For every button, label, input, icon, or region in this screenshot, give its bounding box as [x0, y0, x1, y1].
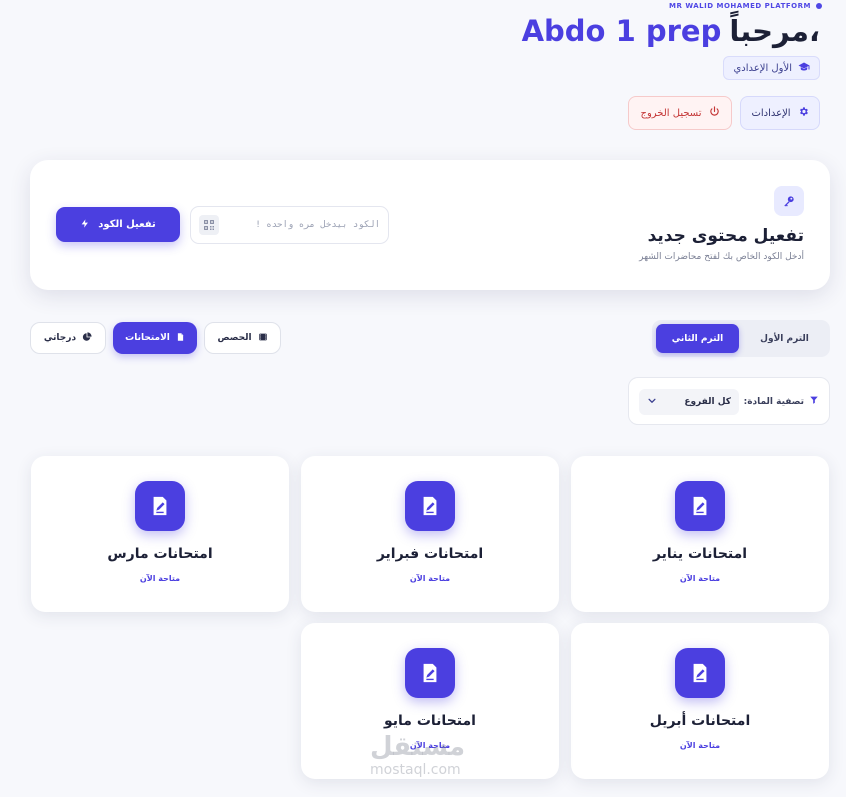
grade-label: الأول الإعدادي	[733, 62, 792, 74]
funnel-icon	[809, 395, 819, 408]
user-name: Abdo 1 prep	[521, 14, 722, 48]
activation-title: تفعيل محتوى جديد	[647, 226, 804, 246]
exam-card[interactable]: امتحانات فبراير متاحة الآن	[301, 456, 559, 612]
platform-name: MR WALID MOHAMED PLATFORM	[669, 2, 822, 10]
exam-status: متاحة الآن	[139, 574, 181, 583]
chevron-down-icon	[647, 396, 657, 409]
exam-title: امتحانات مايو	[384, 713, 476, 729]
exam-status: متاحة الآن	[679, 741, 721, 750]
exam-title: امتحانات يناير	[652, 546, 748, 562]
settings-button[interactable]: الإعدادات	[740, 96, 820, 130]
exam-edit-icon	[405, 481, 455, 531]
exam-status: متاحة الآن	[409, 574, 451, 583]
platform-name-text: MR WALID MOHAMED PLATFORM	[669, 2, 811, 10]
greeting: مرحباً،	[729, 14, 820, 48]
power-icon	[709, 106, 720, 120]
code-field[interactable]	[190, 206, 389, 244]
tab-grades[interactable]: درجاتي	[30, 322, 106, 354]
term-toggle: الترم الأول الترم الثاني	[652, 320, 830, 357]
activate-code-button[interactable]: تفعيل الكود	[56, 207, 180, 242]
tab-exams-label: الامتحانات	[125, 333, 170, 343]
activation-subtitle: أدخل الكود الخاص بك لفتح محاضرات الشهر	[639, 252, 804, 262]
watermark-url: mostaql.com	[370, 762, 461, 778]
watermark: مستقل	[370, 732, 466, 762]
pie-chart-icon	[82, 331, 92, 345]
key-icon	[774, 186, 804, 216]
exam-status: متاحة الآن	[679, 574, 721, 583]
exam-edit-icon	[675, 481, 725, 531]
exam-edit-icon	[135, 481, 185, 531]
document-icon	[176, 332, 185, 345]
filter-label-text: تصفية المادة:	[743, 396, 804, 407]
code-input[interactable]	[227, 220, 380, 230]
tab-grades-label: درجاتي	[43, 333, 77, 343]
tab-lessons[interactable]: الحصص	[204, 322, 281, 354]
term-first[interactable]: الترم الأول	[743, 324, 826, 353]
term-second[interactable]: الترم الثاني	[656, 324, 739, 353]
activation-card: تفعيل محتوى جديد أدخل الكود الخاص بك لفت…	[30, 160, 830, 290]
tab-exams[interactable]: الامتحانات	[113, 322, 197, 354]
exam-card[interactable]: امتحانات أبريل متاحة الآن	[571, 623, 829, 779]
branch-select-value: كل الفروع	[684, 397, 731, 407]
film-icon	[258, 332, 268, 345]
bolt-icon	[80, 218, 90, 232]
qr-code-icon[interactable]	[199, 215, 219, 235]
settings-label: الإعدادات	[751, 107, 791, 119]
grade-badge: الأول الإعدادي	[723, 56, 820, 80]
branch-select[interactable]: كل الفروع	[639, 389, 739, 415]
platform-dot-icon	[816, 3, 822, 9]
exam-card[interactable]: امتحانات مارس متاحة الآن	[31, 456, 289, 612]
filter-label: تصفية المادة:	[744, 395, 819, 408]
exam-title: امتحانات أبريل	[649, 713, 751, 729]
gear-icon	[798, 106, 809, 120]
graduation-cap-icon	[798, 61, 810, 76]
exam-card[interactable]: امتحانات يناير متاحة الآن	[571, 456, 829, 612]
activate-label: تفعيل الكود	[98, 219, 156, 230]
exam-title: امتحانات مارس	[107, 546, 213, 562]
logout-label: تسجيل الخروج	[640, 107, 702, 119]
exam-edit-icon	[405, 648, 455, 698]
exam-title: امتحانات فبراير	[376, 546, 484, 562]
logout-button[interactable]: تسجيل الخروج	[628, 96, 732, 130]
page-title: Abdo 1 prep مرحباً،	[522, 14, 820, 48]
exam-edit-icon	[675, 648, 725, 698]
tab-lessons-label: الحصص	[217, 333, 252, 343]
subject-filter: تصفية المادة: كل الفروع	[628, 377, 830, 425]
